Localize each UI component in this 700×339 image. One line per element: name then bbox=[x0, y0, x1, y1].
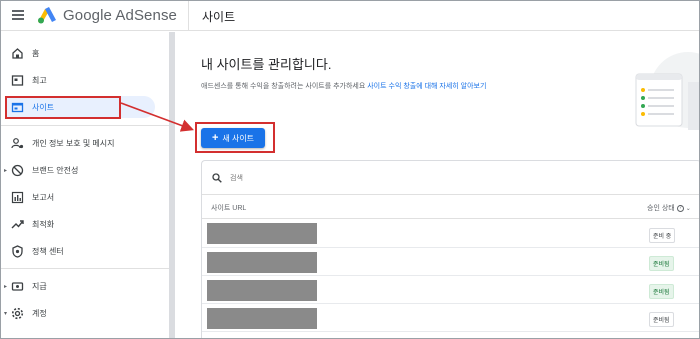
payments-icon bbox=[11, 281, 24, 291]
page-title: 사이트 bbox=[202, 10, 236, 24]
sidebar-item-account[interactable]: ▾ 계정 bbox=[1, 302, 161, 324]
app-window: Google AdSense 사이트 홈 최고 사이트 개인 정보 보호 및 메… bbox=[0, 0, 700, 339]
sidebar-item-payments[interactable]: ▸ 지급 bbox=[1, 275, 161, 297]
brand-name: Google AdSense bbox=[63, 7, 177, 24]
sort-down-icon: ⌄ bbox=[685, 205, 691, 212]
report-icon bbox=[11, 74, 24, 86]
table-row[interactable]: 준비됨 bbox=[202, 304, 699, 332]
sidebar-item-home[interactable]: 홈 bbox=[1, 42, 161, 64]
top-bar: Google AdSense 사이트 bbox=[1, 1, 699, 31]
privacy-icon bbox=[11, 137, 24, 148]
status-badge: 준비됨 bbox=[649, 312, 674, 327]
adsense-logo-icon bbox=[38, 7, 56, 24]
sites-illustration-icon bbox=[635, 52, 699, 130]
main-content: 내 사이트를 관리합니다. 애드센스를 통해 수익을 창출하려는 사이트를 추가… bbox=[175, 32, 699, 338]
expand-caret-icon[interactable]: ▾ bbox=[4, 310, 7, 317]
sidebar-item-label: 개인 정보 보호 및 메시지 bbox=[32, 138, 115, 148]
sidebar-item-optimization[interactable]: 최적화 bbox=[1, 213, 161, 235]
sidebar-item-label: 계정 bbox=[32, 308, 47, 318]
column-header-url[interactable]: 사이트 URL bbox=[211, 203, 246, 213]
column-header-status[interactable]: 승인 상태 ? ⌄ bbox=[647, 203, 691, 213]
sidebar-item-reports[interactable]: 보고서 bbox=[1, 186, 161, 208]
home-icon bbox=[12, 47, 23, 59]
page-description: 애드센스를 통해 수익을 창출하려는 사이트를 추가하세요 사이트 수익 창출에… bbox=[201, 81, 486, 91]
sidebar-item-label: 지급 bbox=[32, 281, 47, 291]
help-icon[interactable]: ? bbox=[676, 204, 684, 212]
status-badge: 준비됨 bbox=[649, 256, 674, 271]
annotation-arrow-icon bbox=[120, 102, 194, 132]
redacted-site-url bbox=[207, 223, 317, 244]
sites-highlight-box bbox=[5, 96, 121, 119]
menu-icon[interactable] bbox=[12, 10, 24, 20]
topbar-divider bbox=[188, 1, 189, 31]
sidebar: 홈 최고 사이트 개인 정보 보호 및 메시지 ▸ 브랜드 안전성 보고서 최적… bbox=[1, 32, 171, 338]
status-badge: 준비됨 bbox=[649, 284, 674, 299]
redacted-site-url bbox=[207, 308, 317, 329]
expand-caret-icon[interactable]: ▸ bbox=[4, 167, 7, 174]
search-bar bbox=[202, 161, 699, 195]
sidebar-item-report[interactable]: 최고 bbox=[1, 69, 161, 91]
search-input[interactable] bbox=[230, 170, 430, 186]
sidebar-item-label: 최고 bbox=[32, 75, 47, 85]
redacted-site-url bbox=[207, 252, 317, 273]
column-header-status-label: 승인 상태 bbox=[647, 205, 675, 212]
shield-icon bbox=[12, 244, 23, 258]
trend-icon bbox=[11, 219, 24, 228]
sidebar-item-label: 정책 센터 bbox=[32, 246, 64, 256]
sidebar-item-label: 최적화 bbox=[32, 219, 55, 229]
sidebar-item-brand-safety[interactable]: ▸ 브랜드 안전성 bbox=[1, 159, 161, 181]
sites-table: 사이트 URL 승인 상태 ? ⌄ 준비 중 준비됨 준비됨 bbox=[201, 160, 699, 338]
search-icon bbox=[212, 173, 222, 183]
sidebar-item-label: 홈 bbox=[32, 48, 40, 58]
table-header: 사이트 URL 승인 상태 ? ⌄ bbox=[202, 195, 699, 219]
sidebar-divider bbox=[1, 268, 169, 269]
status-badge: 준비 중 bbox=[649, 228, 676, 243]
bar-chart-icon bbox=[11, 191, 24, 203]
page-heading: 내 사이트를 관리합니다. bbox=[201, 57, 332, 72]
block-icon bbox=[11, 164, 24, 176]
description-text: 애드센스를 통해 수익을 창출하려는 사이트를 추가하세요 bbox=[201, 83, 368, 90]
sidebar-item-policy-center[interactable]: 정책 센터 bbox=[1, 240, 161, 262]
table-row[interactable]: 준비됨 bbox=[202, 248, 699, 276]
table-row[interactable]: 준비됨 bbox=[202, 276, 699, 304]
sidebar-item-label: 브랜드 안전성 bbox=[32, 165, 79, 175]
redacted-site-url bbox=[207, 280, 317, 301]
sidebar-item-label: 보고서 bbox=[32, 192, 55, 202]
learn-more-link[interactable]: 사이트 수익 창출에 대해 자세히 알아보기 bbox=[367, 83, 486, 90]
table-row[interactable]: 준비 중 bbox=[202, 220, 699, 248]
new-site-highlight-box bbox=[195, 122, 275, 153]
expand-caret-icon[interactable]: ▸ bbox=[4, 283, 7, 290]
gear-icon bbox=[11, 307, 24, 319]
